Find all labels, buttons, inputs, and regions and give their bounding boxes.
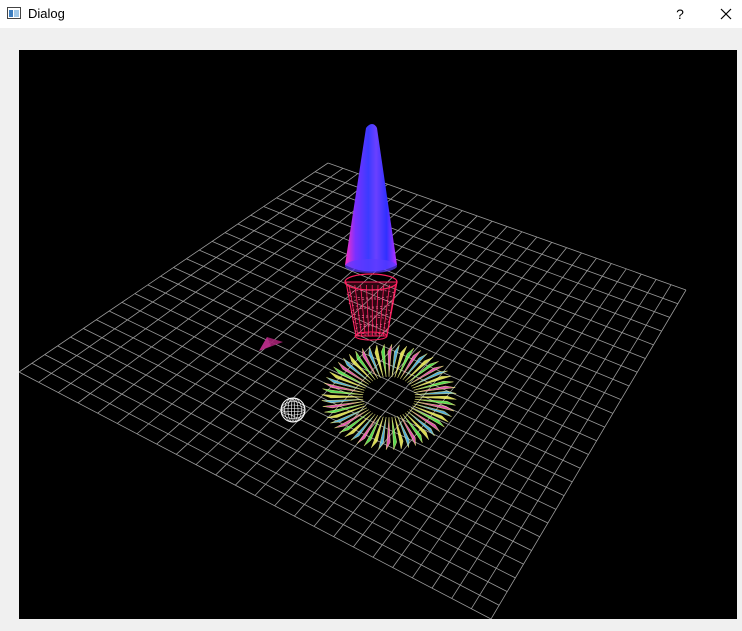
grid-line bbox=[31, 362, 500, 606]
help-icon: ? bbox=[676, 6, 684, 22]
help-button[interactable]: ? bbox=[660, 0, 700, 28]
3d-viewport[interactable] bbox=[19, 50, 737, 619]
triangle bbox=[259, 337, 283, 351]
wire-cylinder bbox=[344, 273, 398, 341]
grid-line bbox=[44, 354, 508, 592]
title-bar[interactable]: Dialog ? bbox=[0, 0, 742, 28]
close-icon bbox=[720, 8, 732, 20]
scene-canvas[interactable] bbox=[19, 50, 737, 619]
window-icon bbox=[7, 7, 21, 19]
window-title: Dialog bbox=[28, 6, 65, 21]
grid-line bbox=[372, 258, 597, 558]
grid-line bbox=[490, 289, 687, 619]
dialog-window: Dialog ? bbox=[0, 0, 742, 631]
grid-line bbox=[83, 328, 532, 551]
close-button[interactable] bbox=[706, 0, 742, 28]
wire-sphere bbox=[280, 397, 306, 423]
grid-line bbox=[70, 336, 524, 565]
grid-line bbox=[96, 319, 540, 538]
grid-line bbox=[451, 279, 657, 599]
grid-line bbox=[134, 293, 565, 496]
grid-line bbox=[108, 310, 549, 524]
